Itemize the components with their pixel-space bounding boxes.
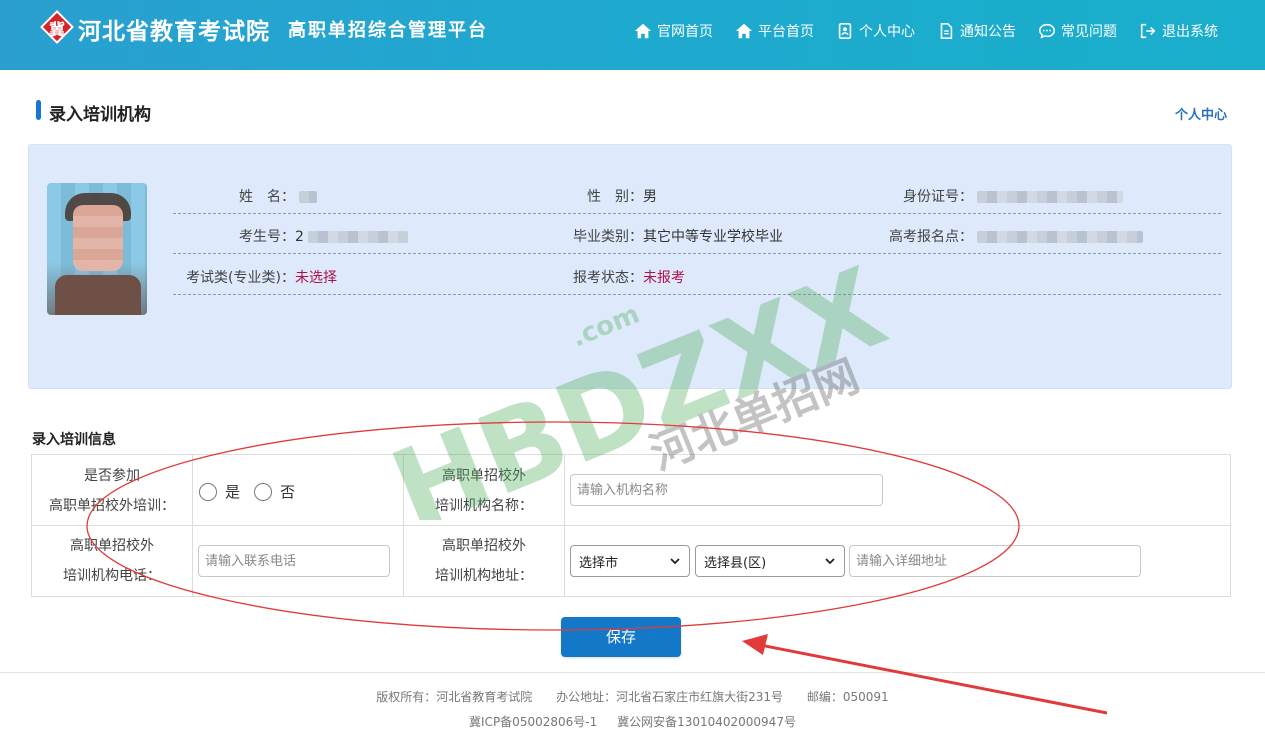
- nav-personal-center[interactable]: 个人中心: [836, 20, 915, 42]
- nav-faq[interactable]: 常见问题: [1038, 20, 1117, 42]
- graduation-type-value: 其它中等专业学校毕业: [643, 229, 783, 245]
- graduation-type-field: 毕业类别：其它中等专业学校毕业: [543, 226, 783, 246]
- org-name-label-cell: 高职单招校外 培训机构名称：: [404, 455, 565, 526]
- id-label: 身份证号：: [903, 189, 973, 205]
- candidate-photo: [47, 183, 147, 315]
- footer-postcode: 邮编：050091: [806, 690, 889, 704]
- exam-number-field: 考生号：2: [173, 226, 409, 246]
- site-name: 河北省教育考试院: [78, 19, 270, 45]
- participate-radio-group: 是 否: [199, 481, 309, 502]
- training-section-title: 录入培训信息: [32, 432, 116, 448]
- participate-label-line1: 是否参加: [84, 468, 140, 484]
- footer-police[interactable]: 冀公网安备13010402000947号: [617, 715, 796, 729]
- address-label-cell: 高职单招校外 培训机构地址：: [404, 526, 565, 597]
- radio-yes-label: 是: [225, 483, 241, 501]
- address-label-line1: 高职单招校外: [442, 538, 526, 554]
- phone-input-cell: [193, 526, 404, 597]
- info-row: 考生号：2 毕业类别：其它中等专业学校毕业 高考报名点：: [173, 214, 1221, 254]
- id-number-field: 身份证号：: [813, 186, 1124, 206]
- logout-icon: [1140, 23, 1156, 39]
- radio-no-label: 否: [280, 483, 296, 501]
- footer-info: 版权所有：河北省教育考试院 办公地址：河北省石家庄市红旗大街231号 邮编：05…: [0, 688, 1265, 705]
- nav-label: 平台首页: [758, 24, 814, 40]
- nav-notices[interactable]: 通知公告: [937, 20, 1016, 42]
- application-status-field: 报考状态：未报考: [543, 267, 685, 287]
- org-name-input[interactable]: [570, 474, 883, 506]
- name-field: 姓 名：: [173, 186, 318, 206]
- county-select[interactable]: 选择县(区): [695, 545, 845, 577]
- application-status-value: 未报考: [643, 270, 685, 286]
- redacted-id: [977, 191, 1124, 203]
- title-accent-bar: [36, 100, 41, 120]
- info-row: 考试类(专业类)：未选择 报考状态：未报考: [173, 255, 1221, 295]
- org-name-label-line1: 高职单招校外: [442, 468, 526, 484]
- exam-number-label: 考生号：: [239, 229, 295, 245]
- page-title: 录入培训机构: [49, 105, 151, 125]
- main-nav: 官网首页 平台首页 个人中心 通知公告 常见问题 退出系统: [634, 20, 1265, 42]
- nav-label: 通知公告: [960, 24, 1016, 40]
- registration-site-label: 高考报名点：: [889, 229, 973, 245]
- redacted-name: [299, 191, 318, 203]
- info-row: 姓 名： 性 别：男 身份证号：: [173, 174, 1221, 214]
- radio-no[interactable]: [254, 482, 273, 501]
- document-icon: [940, 22, 953, 40]
- footer-icp[interactable]: 冀ICP备05002806号-1: [469, 715, 597, 729]
- chevron-down-icon: [670, 558, 680, 565]
- gender-label: 性 别：: [587, 189, 643, 205]
- participate-label-cell: 是否参加 高职单招校外培训：: [32, 455, 193, 526]
- footer-registration: 冀ICP备05002806号-1 冀公网安备13010402000947号: [0, 713, 1265, 730]
- candidate-info-panel: 姓 名： 性 别：男 身份证号： 考生号：2 毕业类别：其它中等专业学校毕业 高…: [28, 144, 1232, 389]
- pointer-arrow-icon: [742, 634, 768, 655]
- phone-label-line2: 培训机构电话：: [63, 568, 161, 584]
- chat-icon: [1039, 23, 1055, 39]
- address-label-line2: 培训机构地址：: [435, 568, 533, 584]
- address-input-cell: 选择市 选择县(区): [565, 526, 1230, 597]
- save-button[interactable]: 保存: [561, 617, 681, 657]
- redacted-site: [977, 231, 1144, 243]
- redacted-exam-number: [308, 231, 409, 243]
- city-select-value: 选择市: [579, 555, 619, 571]
- footer-copyright: 版权所有：河北省教育考试院: [376, 690, 533, 704]
- exam-category-value: 未选择: [295, 270, 337, 286]
- footer-address: 办公地址：河北省石家庄市红旗大街231号: [556, 690, 784, 704]
- city-select[interactable]: 选择市: [570, 545, 690, 577]
- home-icon: [735, 23, 753, 39]
- registration-site-field: 高考报名点：: [813, 226, 1144, 246]
- footer-divider: [0, 672, 1265, 673]
- participate-label-line2: 高职单招校外培训：: [49, 498, 175, 514]
- nav-label: 退出系统: [1162, 24, 1218, 40]
- home-icon: [634, 23, 652, 39]
- exam-number-value: 2: [295, 229, 304, 245]
- phone-label-line1: 高职单招校外: [70, 538, 154, 554]
- platform-name: 高职单招综合管理平台: [288, 20, 488, 41]
- training-form-table: 是否参加 高职单招校外培训： 是 否 高职单招校外 培训机构名称： 高职单招校外…: [31, 454, 1231, 597]
- org-name-label-line2: 培训机构名称：: [435, 498, 533, 514]
- participate-radio-cell: 是 否: [193, 455, 404, 526]
- phone-input[interactable]: [198, 545, 390, 577]
- nav-logout[interactable]: 退出系统: [1139, 20, 1218, 42]
- exam-category-field: 考试类(专业类)：未选择: [173, 267, 337, 287]
- nav-label: 个人中心: [859, 24, 915, 40]
- id-card-icon: [838, 22, 852, 40]
- personal-center-link[interactable]: 个人中心: [1175, 104, 1227, 123]
- graduation-type-label: 毕业类别：: [573, 229, 643, 245]
- nav-official-home[interactable]: 官网首页: [634, 20, 713, 42]
- detail-address-input[interactable]: [849, 545, 1141, 577]
- top-header: 冀 河北省教育考试院 高职单招综合管理平台 官网首页 平台首页 个人中心 通知公…: [0, 0, 1265, 70]
- nav-label: 常见问题: [1061, 24, 1117, 40]
- application-status-label: 报考状态：: [573, 270, 643, 286]
- gender-field: 性 别：男: [543, 186, 657, 206]
- exam-category-label: 考试类(专业类)：: [186, 270, 295, 286]
- name-label: 姓 名：: [239, 189, 295, 205]
- phone-label-cell: 高职单招校外 培训机构电话：: [32, 526, 193, 597]
- county-select-value: 选择县(区): [704, 555, 767, 571]
- logo-icon: 冀: [40, 10, 74, 44]
- org-name-input-cell: [565, 455, 1230, 526]
- chevron-down-icon: [825, 558, 835, 565]
- nav-platform-home[interactable]: 平台首页: [735, 20, 814, 42]
- nav-label: 官网首页: [657, 24, 713, 40]
- gender-value: 男: [643, 189, 657, 205]
- radio-yes[interactable]: [199, 482, 217, 501]
